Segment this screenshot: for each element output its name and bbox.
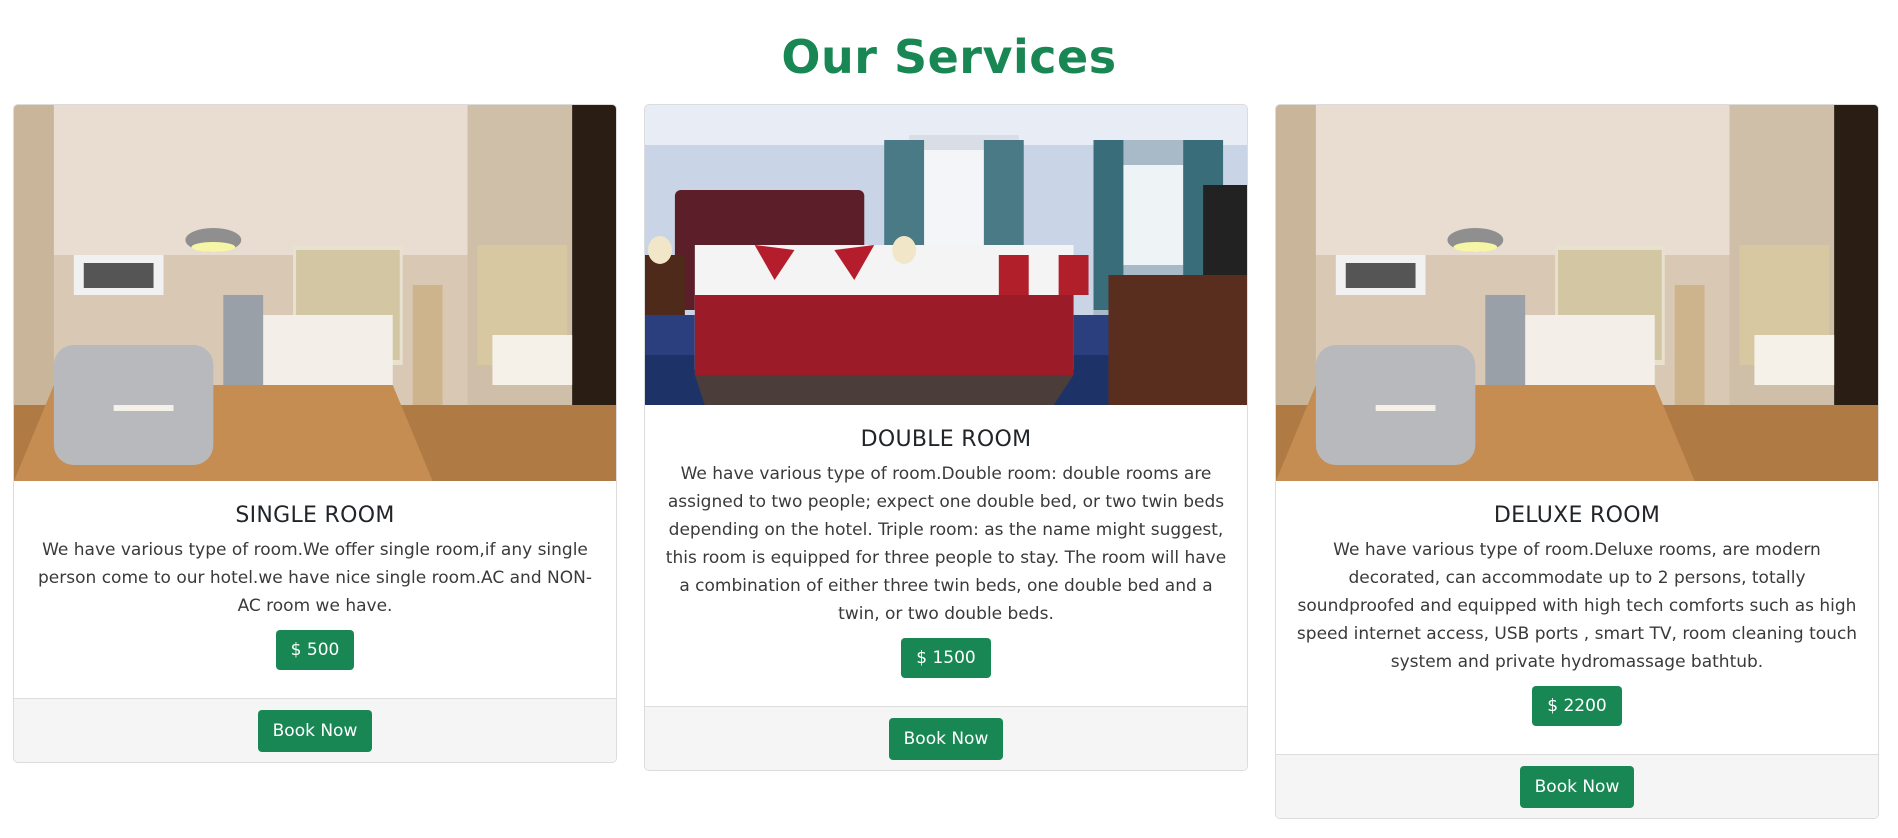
room-title: DELUXE ROOM <box>1493 503 1661 528</box>
card-footer: Book Now <box>14 698 616 762</box>
price-button[interactable]: $ 1500 <box>901 638 991 678</box>
book-now-button[interactable]: Book Now <box>1519 765 1635 808</box>
room-image-double <box>645 105 1247 405</box>
card-footer: Book Now <box>1276 754 1878 818</box>
room-description: We have various type of room.Double room… <box>665 464 1227 624</box>
room-description: We have various type of room.Deluxe room… <box>1296 540 1858 672</box>
price-button[interactable]: $ 500 <box>275 630 355 670</box>
card-footer: Book Now <box>645 706 1247 770</box>
price-button[interactable]: $ 2200 <box>1532 686 1622 726</box>
room-card-deluxe: DELUXE ROOM We have various type of room… <box>1275 104 1879 819</box>
room-description: We have various type of room.We offer si… <box>38 540 592 616</box>
room-card-double: DOUBLE ROOM We have various type of room… <box>644 104 1248 771</box>
book-now-button[interactable]: Book Now <box>888 717 1004 760</box>
book-now-button[interactable]: Book Now <box>257 709 373 752</box>
room-card-single: SINGLE ROOM We have various type of room… <box>13 104 617 763</box>
room-title: DOUBLE ROOM <box>860 427 1032 452</box>
room-title: SINGLE ROOM <box>235 503 395 528</box>
room-image-deluxe <box>1276 105 1878 481</box>
room-image-single <box>14 105 616 481</box>
section-title: Our Services <box>781 30 1117 84</box>
